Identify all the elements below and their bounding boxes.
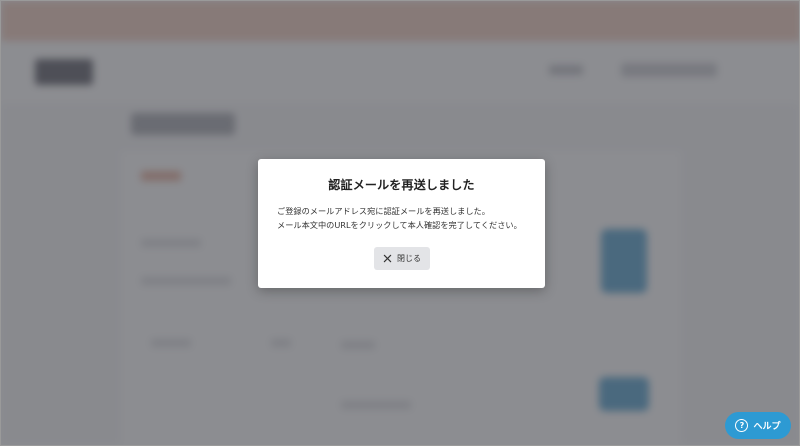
help-button-label: ヘルプ (753, 422, 781, 432)
close-icon (383, 254, 392, 263)
app-window: 認証メールを再送しました ご登録のメールアドレス宛に認証メールを再送しました。 … (0, 0, 800, 446)
dialog-title: 認証メールを再送しました (328, 178, 475, 192)
close-button-label: 閉じる (397, 254, 421, 263)
question-circle-icon: ? (735, 419, 749, 432)
dialog-message-line: メール本文中のURLをクリックして本人確認を完了してください。 (277, 220, 522, 230)
dialog-message-line: ご登録のメールアドレス宛に認証メールを再送しました。 (277, 206, 490, 216)
help-button[interactable]: ? ヘルプ (725, 412, 791, 439)
close-button[interactable]: 閉じる (374, 247, 430, 270)
dialog-message: ご登録のメールアドレス宛に認証メールを再送しました。 メール本文中のURLをクリ… (277, 204, 535, 232)
resend-confirmation-dialog: 認証メールを再送しました ご登録のメールアドレス宛に認証メールを再送しました。 … (258, 159, 545, 288)
